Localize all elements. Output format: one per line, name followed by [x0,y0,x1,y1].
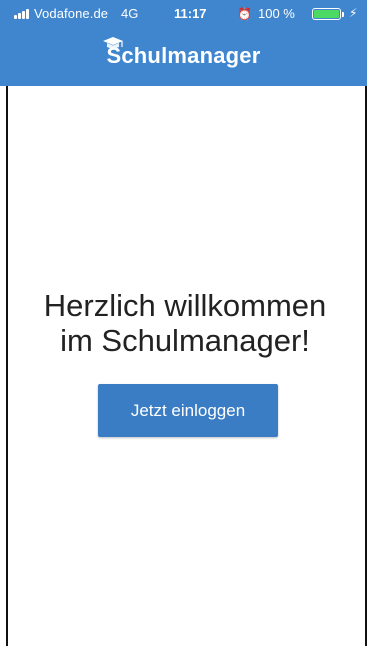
welcome-line-2: im Schulmanager! [60,323,310,358]
carrier-name: Vodafone.de [34,6,109,21]
battery-fill [314,10,339,18]
top-bar: Vodafone.de 4G 11:17 ⏰ 100 % ⚡ Schulmana… [0,0,367,86]
alarm-clock-icon: ⏰ [237,7,252,21]
graduation-cap-icon [103,37,124,49]
signal-strength-icon [14,9,32,19]
welcome-line-1: Herzlich willkommen [43,288,327,323]
app-header: Schulmanager [0,37,367,74]
battery-tip [342,12,344,17]
brand-logo: Schulmanager [103,37,261,74]
login-button[interactable]: Jetzt einloggen [98,384,278,437]
status-time: 11:17 [174,6,207,21]
app-screen: Vodafone.de 4G 11:17 ⏰ 100 % ⚡ Schulmana… [0,0,367,646]
lightning-bolt-icon: ⚡ [349,6,358,20]
battery-percent: 100 % [258,6,295,21]
status-bar: Vodafone.de 4G 11:17 ⏰ 100 % ⚡ [0,0,367,28]
app-title: Schulmanager [106,43,261,68]
network-type: 4G [121,6,139,21]
battery-icon [312,8,341,20]
welcome-message: Herzlich willkommen im Schulmanager! [10,288,360,358]
